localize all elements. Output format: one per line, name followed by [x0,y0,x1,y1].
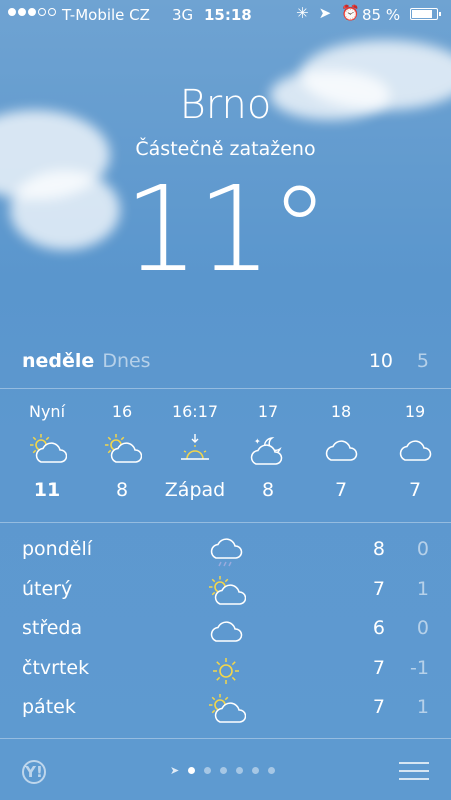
day-low: 0 [416,538,429,560]
partly-sunny-icon [209,694,247,723]
partly-sunny-icon [105,434,142,463]
hourly-item: 19 7 [378,402,451,501]
page-dot[interactable] [188,767,196,774]
day-high: 6 [372,617,385,639]
network-type: 3G [172,6,194,24]
hourly-item: 18 7 [304,402,378,501]
partly-cloudy-night-icon: ✦ [250,437,283,465]
location-arrow-icon: ➤ [318,4,332,22]
alarm-icon: ⏰ [341,4,360,22]
cloud-icon [325,440,358,461]
yahoo-logo-button[interactable]: Y! [22,758,62,784]
day-high: 7 [372,577,385,600]
divider [0,388,451,389]
today-low: 5 [416,350,429,372]
carrier-name: T-Mobile CZ [62,6,150,24]
day-name: pondělí [22,538,93,560]
daily-row: čtvrtek 7 -1 [22,657,429,697]
hour-time: 16 [111,402,133,421]
today-label: Dnes [102,350,151,372]
day-low: 1 [416,696,429,718]
location-arrow-icon: ➤ [170,764,180,777]
page-dot[interactable] [252,767,260,774]
today-summary: neděle Dnes 10 5 [22,350,429,380]
hour-value: 7 [408,479,422,501]
hourly-item: 16:17 Západ [158,402,232,501]
cloud-icon [399,440,432,461]
hourly-item: Nyní 11 [10,402,84,501]
page-dot[interactable] [268,767,276,774]
daily-row: úterý 7 1 [22,575,429,618]
hour-time: 19 [404,402,426,421]
activity-spinner-icon: ✳ [296,4,309,22]
day-name: pátek [22,696,76,718]
daily-row: pátek 7 1 [22,694,429,736]
daily-row: pondělí 8 0 [22,538,429,578]
divider [0,738,451,739]
cloud-icon [210,621,243,642]
footer-toolbar: Y! ➤ [0,740,451,800]
page-indicator[interactable]: ➤ [170,764,276,777]
day-low: 1 [416,577,429,600]
day-low: 0 [416,617,429,639]
battery-percentage: 85 % [362,6,401,24]
day-name: čtvrtek [22,656,90,679]
rain-cloud-icon [210,538,243,567]
today-day-name: neděle [22,350,95,372]
hour-value: Západ [164,479,226,501]
day-high: 8 [372,538,385,560]
battery-icon [410,8,441,20]
sun-icon [213,657,239,684]
svg-text:✦: ✦ [254,437,261,446]
partly-sunny-icon [209,575,247,605]
status-bar: T-Mobile CZ 3G 15:18 ✳ ➤ ⏰ 85 % [0,0,451,30]
yahoo-logo-icon: Y! [22,760,46,784]
hour-value: 7 [334,479,348,501]
hour-time: 16:17 [171,402,219,421]
day-high: 7 [372,656,385,679]
sunset-icon [181,434,209,460]
current-temperature: 11° [123,160,329,298]
hourly-forecast[interactable]: Nyní 11 16 8 16:17 Západ 17 ✦ 8 18 7 19 7 [0,402,451,522]
divider [0,522,451,523]
clock: 15:18 [204,6,252,24]
hour-value: 8 [261,479,275,501]
page-dot[interactable] [220,767,228,774]
hour-time: 17 [257,402,279,421]
hourly-item: 16 8 [85,402,159,501]
day-name: středa [22,617,83,639]
weather-condition: Částečně zataženo [135,138,316,160]
daily-forecast: pondělí 8 0 úterý 7 1 středa 6 0 čtvrtek 7 … [22,538,429,736]
hour-time: 18 [330,402,352,421]
day-low: -1 [410,656,429,679]
hourly-item: 17 ✦ 8 [231,402,305,501]
city-name: Brno [179,82,272,128]
page-dot[interactable] [236,767,244,774]
today-high: 10 [368,350,393,372]
hour-value: 11 [33,479,61,501]
partly-sunny-icon [30,434,67,463]
daily-row: středa 6 0 [22,617,429,657]
list-menu-button[interactable] [399,762,429,786]
signal-strength-icon [8,8,56,16]
day-name: úterý [22,577,73,600]
hour-value: 8 [115,479,129,501]
hour-time: Nyní [28,402,66,421]
day-high: 7 [372,696,385,718]
page-dot[interactable] [204,767,212,774]
